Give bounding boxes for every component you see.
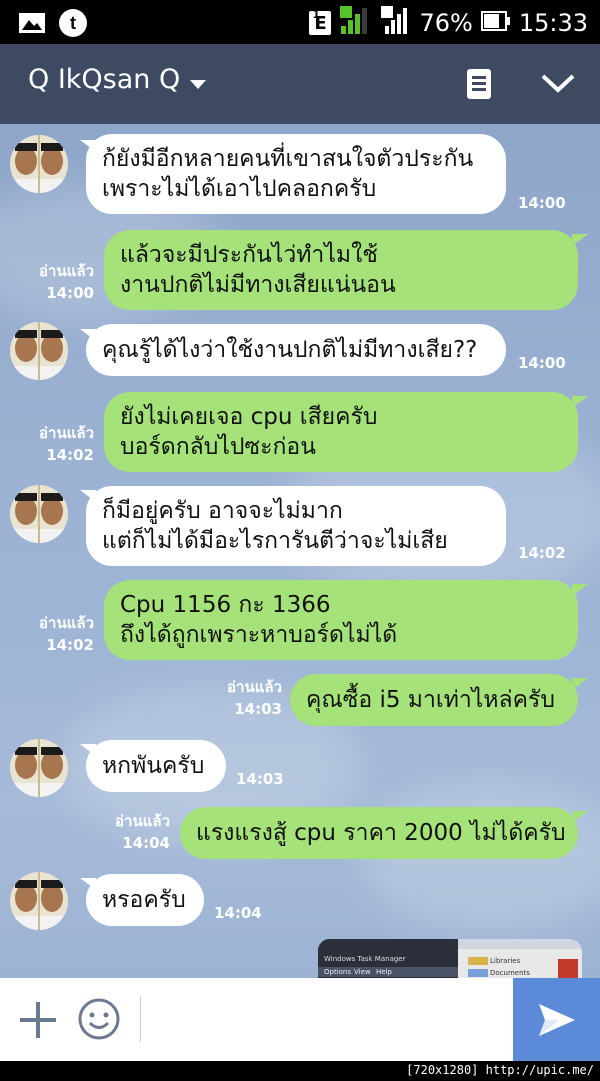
message-bubble[interactable]: แล้วจะมีประกันไว่ทำไมใช้ งานปกติไม่มีทาง… — [104, 230, 578, 310]
read-receipt: อ่านแล้ว 14:00 — [20, 260, 94, 304]
chat-title[interactable]: Q IkQsan Q — [28, 64, 180, 95]
message-text: คุณซื้อ i5 มาเท่าไหล่ครับ — [306, 687, 555, 713]
message-bubble[interactable]: ก็มีอยู่ครับ อาจจะไม่มาก แต่ก็ไม่ได้มีอะ… — [86, 486, 506, 566]
message-time: 14:00 — [518, 194, 566, 212]
bubble-tail — [572, 396, 588, 408]
chat-area[interactable]: ก้ยังมีอีกหลายคนที่เขาสนใจตัวประกัน เพรา… — [0, 124, 600, 978]
message-bubble[interactable]: ก้ยังมีอีกหลายคนที่เขาสนใจตัวประกัน เพรา… — [86, 134, 506, 214]
message-text: แต่ก็ไม่ได้มีอะไรการันตีว่าจะไม่เสีย — [102, 528, 448, 554]
clock: 15:33 — [518, 9, 588, 37]
message-bubble[interactable]: Cpu 1156 กะ 1366 ถึงได้ถูกเพราะหาบอร์ดไม… — [104, 580, 578, 660]
bubble-tail — [572, 234, 588, 246]
avatar[interactable] — [10, 872, 68, 930]
chevron-down-icon[interactable] — [540, 68, 576, 98]
read-receipt: อ่านแล้ว 14:03 — [208, 676, 282, 720]
status-bar: t E 1 76% 15:33 — [0, 0, 600, 44]
tumblr-icon: t — [58, 8, 88, 42]
message-time: 14:03 — [234, 700, 282, 718]
send-icon — [537, 1002, 577, 1042]
message-time: 14:02 — [518, 544, 566, 562]
message-text: ถึงได้ถูกเพราะหาบอร์ดไม่ได้ — [120, 622, 398, 648]
image-caption: Windows Task Manager — [324, 955, 406, 963]
read-label: อ่านแล้ว — [39, 424, 94, 442]
message-text: คุณรู้ได้ไงว่าใช้งานปกติไม่มีทางเสีย?? — [102, 337, 478, 363]
message-bubble[interactable]: คุณซื้อ i5 มาเท่าไหล่ครับ — [290, 674, 578, 726]
sim1-label: 1 — [312, 8, 320, 21]
message-time: 14:00 — [46, 284, 94, 302]
message-text: ก้ยังมีอีกหลายคนที่เขาสนใจตัวประกัน — [102, 146, 474, 172]
watermark-text: [720x1280] http://upic.me/ — [406, 1063, 594, 1077]
avatar[interactable] — [10, 322, 68, 380]
message-input-bar — [0, 978, 600, 1061]
chat-header: Q IkQsan Q — [0, 44, 600, 124]
message-input[interactable] — [150, 998, 504, 1042]
message-bubble[interactable]: คุณรู้ได้ไงว่าใช้งานปกติไม่มีทางเสีย?? — [86, 324, 506, 376]
image-menu-item: Help — [376, 968, 392, 976]
image-side-item: Documents — [490, 969, 530, 977]
battery-icon — [480, 10, 511, 36]
bubble-tail — [572, 811, 588, 823]
avatar[interactable] — [10, 485, 68, 543]
message-text: ก็มีอยู่ครับ อาจจะไม่มาก — [102, 498, 343, 524]
message-time: 14:00 — [518, 354, 566, 372]
image-side-item: Libraries — [490, 957, 521, 965]
dropdown-arrow-icon[interactable] — [190, 80, 206, 89]
battery-percent: 76% — [419, 9, 473, 37]
message-text: เพราะไม่ได้เอาไปคลอกครับ — [102, 176, 377, 202]
signal-icon — [339, 6, 373, 40]
image-message-thumbnail[interactable]: Windows Task Manager Options View Help L… — [318, 939, 582, 978]
message-bubble[interactable]: แรงแรงสู้ cpu ราคา 2000 ไม่ได้ครับ — [180, 807, 578, 859]
gallery-icon — [18, 11, 46, 39]
emoji-icon[interactable] — [78, 998, 120, 1040]
message-bubble[interactable]: ยังไม่เคยเจอ cpu เสียครับ บอร์ดกลับไปซะก… — [104, 392, 578, 472]
message-time: 14:02 — [46, 636, 94, 654]
signal-icon-2 — [381, 6, 411, 40]
image-menu-item: View — [354, 968, 371, 976]
plus-icon[interactable] — [18, 1000, 58, 1040]
message-text: แรงแรงสู้ cpu ราคา 2000 ไม่ได้ครับ — [196, 820, 566, 846]
send-button[interactable] — [513, 978, 600, 1061]
read-receipt: อ่านแล้ว 14:02 — [20, 422, 94, 466]
read-label: อ่านแล้ว — [227, 678, 282, 696]
read-receipt: อ่านแล้ว 14:04 — [96, 810, 170, 854]
message-text: ยังไม่เคยเจอ cpu เสียครับ — [120, 404, 378, 430]
bubble-tail — [572, 584, 588, 596]
message-text: บอร์ดกลับไปซะก่อน — [120, 434, 316, 460]
read-label: อ่านแล้ว — [39, 614, 94, 632]
read-receipt: อ่านแล้ว 14:02 — [20, 612, 94, 656]
message-bubble[interactable]: หรอครับ — [86, 874, 204, 926]
read-label: อ่านแล้ว — [39, 262, 94, 280]
message-text: Cpu 1156 กะ 1366 — [120, 592, 331, 618]
avatar[interactable] — [10, 739, 68, 797]
note-icon[interactable] — [466, 68, 492, 100]
message-time: 14:04 — [122, 834, 170, 852]
message-text: หกพันครับ — [102, 753, 205, 779]
message-text: แล้วจะมีประกันไว่ทำไมใช้ — [120, 242, 378, 268]
input-divider — [140, 996, 141, 1042]
watermark-bar: [720x1280] http://upic.me/ — [0, 1061, 600, 1081]
avatar[interactable] — [10, 135, 68, 193]
svg-text:t: t — [70, 13, 76, 33]
message-bubble[interactable]: หกพันครับ — [86, 740, 226, 792]
message-text: หรอครับ — [102, 887, 186, 913]
bubble-tail — [572, 678, 588, 690]
image-menu-item: Options — [324, 968, 352, 976]
message-time: 14:03 — [236, 770, 284, 788]
message-text: งานปกติไม่มีทางเสียแน่นอน — [120, 272, 396, 298]
read-label: อ่านแล้ว — [115, 812, 170, 830]
message-time: 14:04 — [214, 904, 262, 922]
message-time: 14:02 — [46, 446, 94, 464]
